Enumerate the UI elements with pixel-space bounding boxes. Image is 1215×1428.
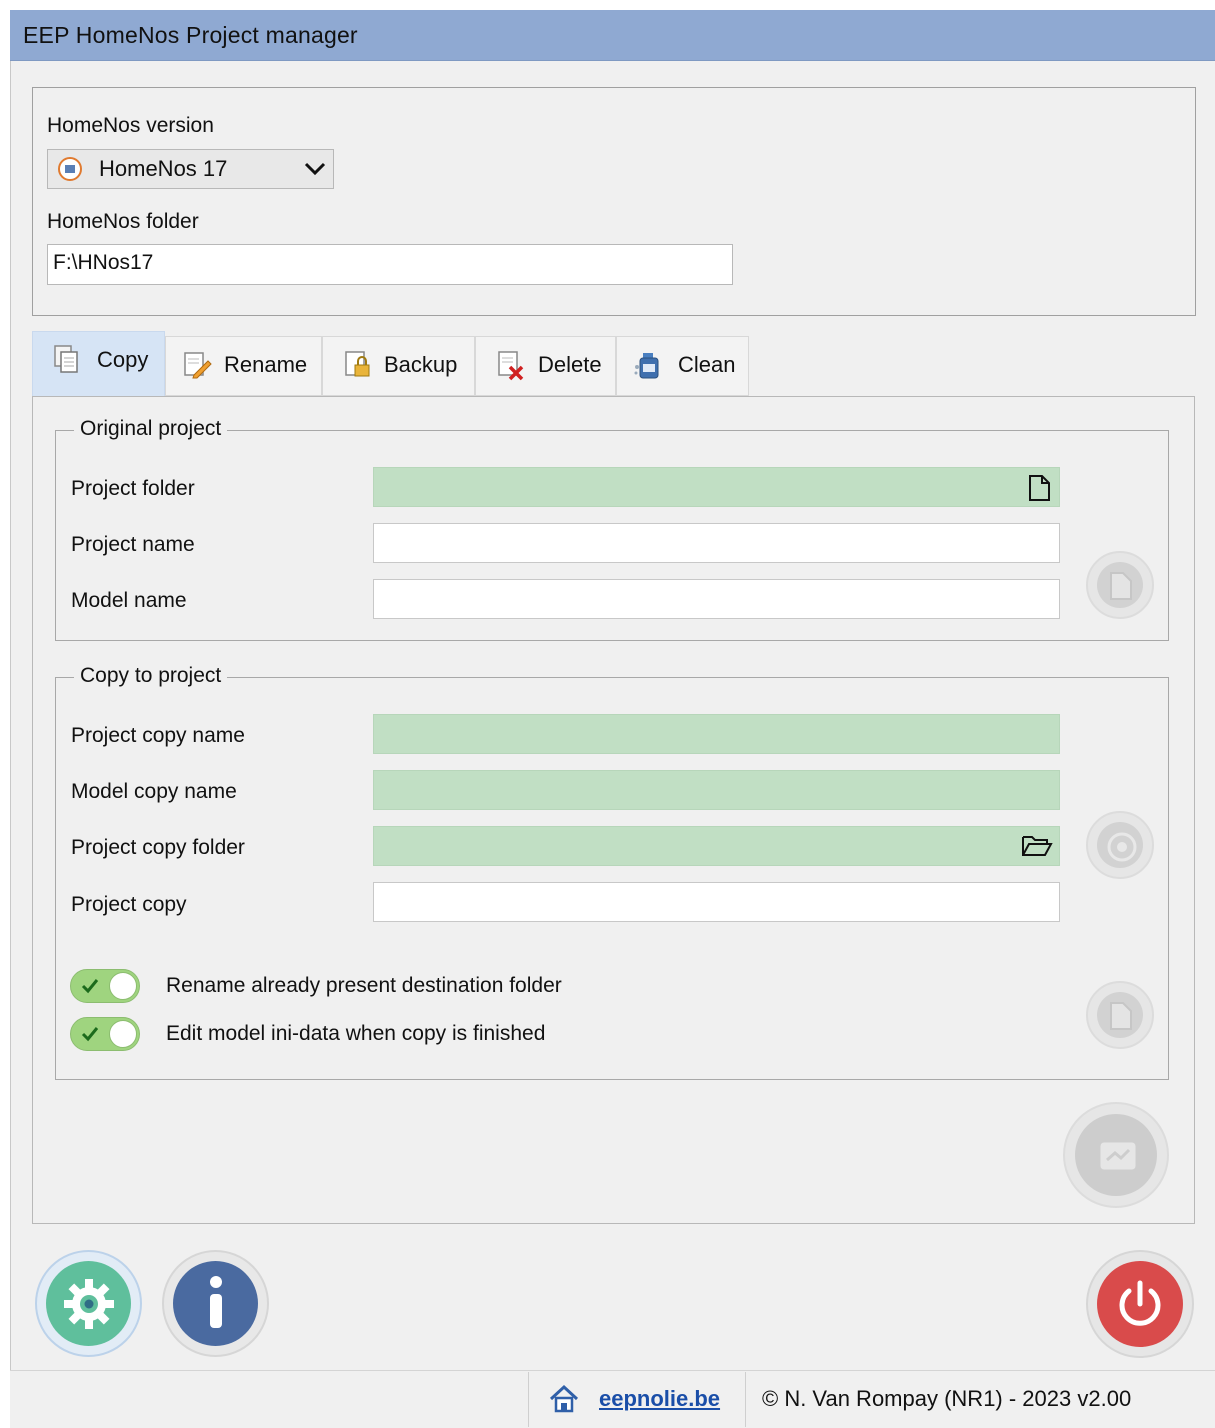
- tab-delete[interactable]: Delete: [475, 336, 616, 396]
- website-link[interactable]: eepnolie.be: [599, 1386, 720, 1412]
- tab-backup-label: Backup: [384, 352, 458, 377]
- tab-copy-label: Copy: [97, 347, 149, 372]
- project-name-label: Project name: [71, 533, 195, 556]
- tab-delete-label: Delete: [538, 352, 602, 377]
- settings-button[interactable]: [35, 1250, 142, 1357]
- gear-icon: [64, 1279, 114, 1329]
- project-folder-label: Project folder: [71, 477, 195, 500]
- tab-clean[interactable]: Clean: [616, 336, 749, 396]
- window-title: EEP HomeNos Project manager: [23, 22, 358, 48]
- toggle-edit-ini[interactable]: [70, 1017, 140, 1051]
- toggle-edit-label: Edit model ini-data when copy is finishe…: [166, 1022, 546, 1045]
- delete-icon: [498, 351, 524, 381]
- project-copy-name-field[interactable]: [373, 714, 1060, 754]
- homenos-folder-field[interactable]: F:\HNos17: [47, 244, 733, 285]
- project-name-field[interactable]: [373, 523, 1060, 563]
- original-project-legend: Original project: [74, 417, 228, 441]
- homenos-version-label: HomeNos version: [47, 114, 214, 137]
- clean-icon: [634, 353, 659, 379]
- status-separator: [745, 1372, 746, 1427]
- copyright-text: © N. Van Rompay (NR1) - 2023 v2.00: [762, 1386, 1132, 1411]
- homenos-folder-label: HomeNos folder: [47, 210, 199, 233]
- tab-rename[interactable]: Rename: [165, 336, 322, 396]
- home-icon[interactable]: [548, 1383, 580, 1415]
- check-icon: [81, 1027, 99, 1042]
- project-folder-field[interactable]: [373, 467, 1060, 507]
- window-icon: [1100, 1142, 1136, 1170]
- document-icon: [1110, 572, 1132, 600]
- file-icon[interactable]: [1025, 474, 1053, 502]
- open-project-button[interactable]: [1086, 551, 1154, 619]
- toggle-rename-label: Rename already present destination folde…: [166, 974, 562, 997]
- model-copy-name-label: Model copy name: [71, 780, 237, 803]
- tab-clean-label: Clean: [678, 352, 736, 377]
- tab-copy[interactable]: Copy: [32, 331, 165, 397]
- toggle-knob: [109, 1020, 137, 1048]
- copy-icon: [54, 345, 78, 373]
- title-bar: EEP HomeNos Project manager: [10, 10, 1215, 61]
- project-copy-name-label: Project copy name: [71, 724, 245, 747]
- project-copy-folder-field[interactable]: [373, 826, 1060, 866]
- project-copy-folder-label: Project copy folder: [71, 836, 245, 859]
- tab-backup[interactable]: Backup: [322, 336, 475, 396]
- rename-icon: [184, 352, 212, 379]
- model-name-label: Model name: [71, 589, 187, 612]
- info-icon: [210, 1276, 222, 1328]
- edit-ini-button[interactable]: [1086, 981, 1154, 1049]
- model-name-field[interactable]: [373, 579, 1060, 619]
- project-copy-field[interactable]: [373, 882, 1060, 922]
- homenos-folder-value: F:\HNos17: [53, 251, 154, 274]
- model-copy-name-field[interactable]: [373, 770, 1060, 810]
- toggle-rename-destination[interactable]: [70, 969, 140, 1003]
- project-copy-label: Project copy: [71, 893, 187, 916]
- tab-rename-label: Rename: [224, 352, 308, 377]
- copy-to-project-legend: Copy to project: [74, 664, 228, 688]
- folder-open-icon[interactable]: [1021, 833, 1053, 859]
- toggle-knob: [109, 972, 137, 1000]
- info-button[interactable]: [162, 1250, 269, 1357]
- homenos-version-icon: [58, 157, 82, 181]
- power-icon: [1119, 1280, 1161, 1326]
- check-icon: [81, 979, 99, 994]
- status-separator: [528, 1372, 529, 1427]
- power-button[interactable]: [1086, 1250, 1194, 1358]
- homenos-version-dropdown[interactable]: HomeNos 17: [47, 149, 334, 189]
- backup-icon: [345, 351, 370, 377]
- document-icon: [1110, 1002, 1132, 1030]
- target-icon: [1107, 832, 1137, 862]
- execute-copy-button[interactable]: [1063, 1102, 1169, 1208]
- select-destination-button[interactable]: [1086, 811, 1154, 879]
- chevron-down-icon: [304, 162, 326, 176]
- homenos-version-value: HomeNos 17: [99, 156, 228, 181]
